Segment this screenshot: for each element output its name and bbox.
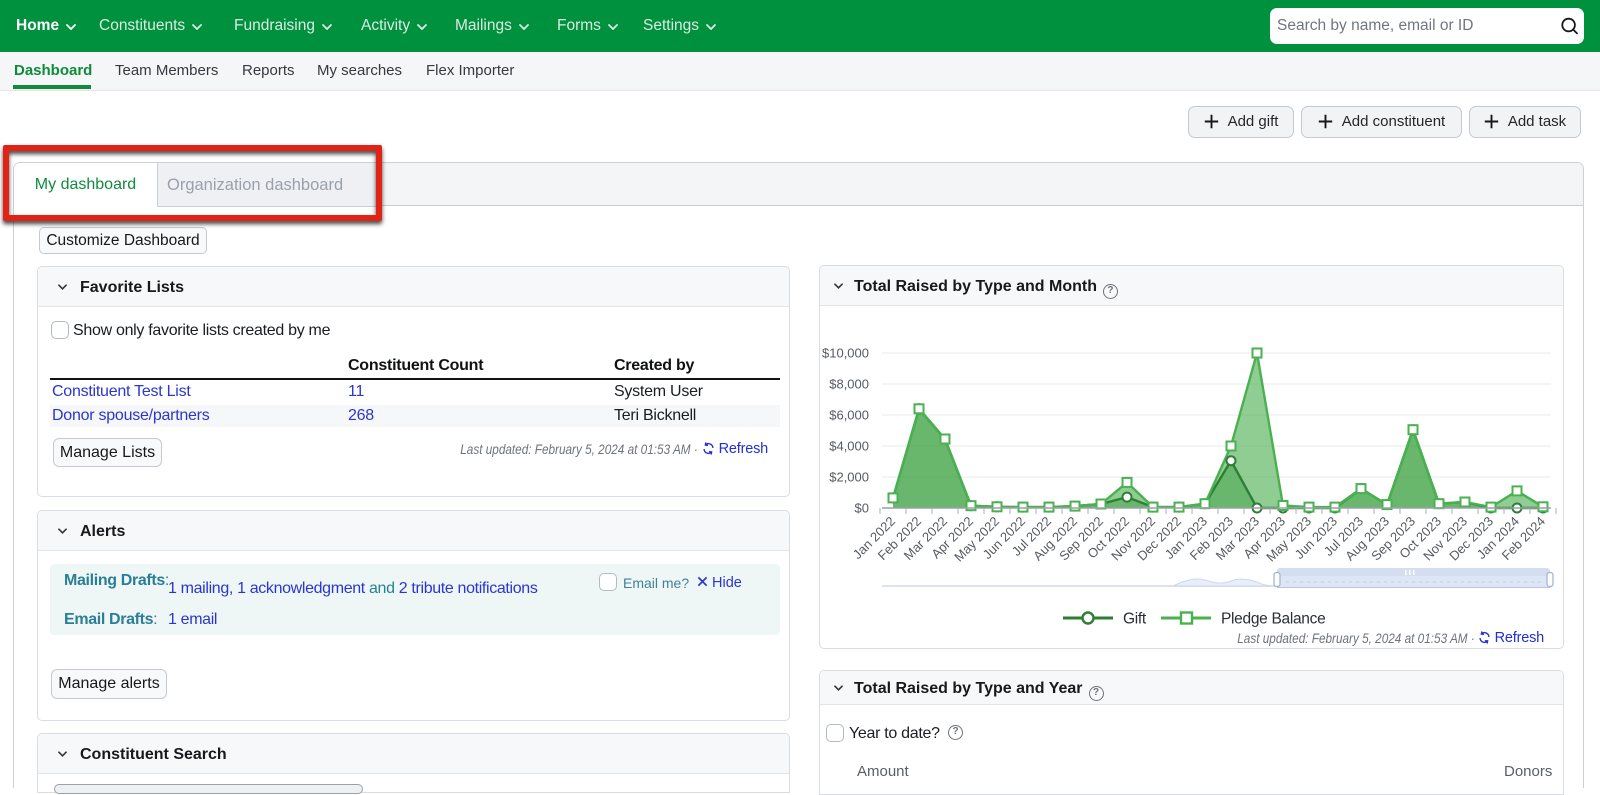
svg-text:$4,000: $4,000 — [829, 439, 869, 454]
svg-text:$10,000: $10,000 — [822, 346, 869, 361]
svg-text:$8,000: $8,000 — [829, 377, 869, 392]
svg-text:Pledge Balance: Pledge Balance — [1221, 611, 1325, 628]
svg-text:Gift: Gift — [1123, 611, 1147, 628]
svg-text:$0: $0 — [855, 501, 869, 516]
svg-text:$6,000: $6,000 — [829, 408, 869, 423]
svg-text:$2,000: $2,000 — [829, 470, 869, 485]
